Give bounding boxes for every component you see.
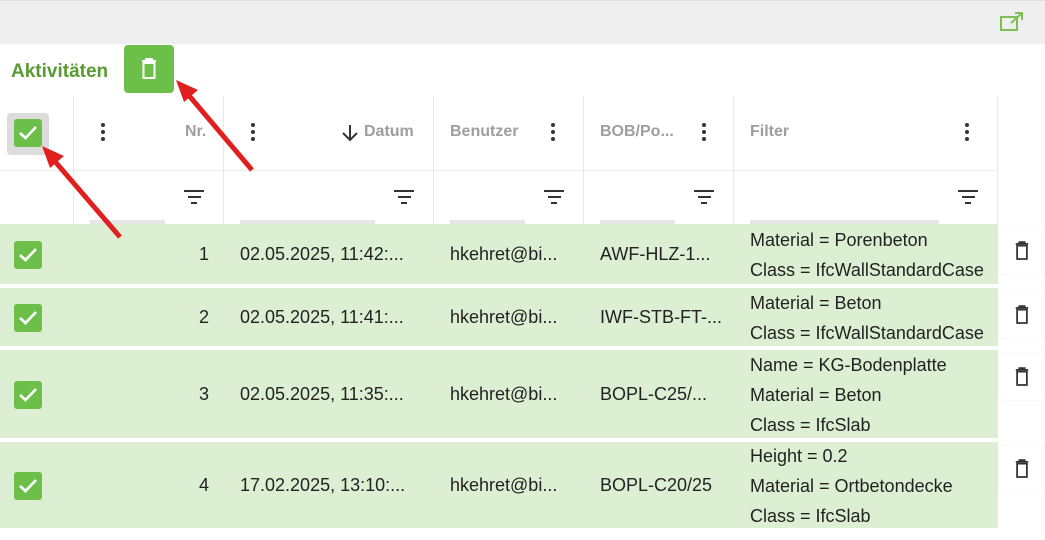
col-datum-header[interactable]: Datum (224, 96, 434, 170)
cell-nr: 2 (198, 307, 209, 327)
cell-nr: 4 (198, 475, 209, 495)
cell-nr: 3 (198, 384, 209, 404)
cell-benutzer: hkehret@bi... (450, 244, 558, 264)
check-icon (19, 479, 37, 493)
col-bob-header[interactable]: BOB/Po... (584, 96, 734, 170)
cell-filter: Material = Beton Class = IfcWallStandardC… (750, 288, 998, 348)
delete-selected-button[interactable] (124, 45, 174, 93)
external-link-icon[interactable] (999, 11, 1025, 33)
col-benutzer-label: Benutzer (450, 123, 519, 140)
cell-bob: BOPL-C20/25 (600, 475, 713, 495)
cell-bob: AWF-HLZ-1... (600, 244, 711, 264)
trash-icon (1015, 367, 1029, 386)
panel-header: Aktivitäten (0, 44, 1045, 96)
filter-cell-bob[interactable] (584, 171, 734, 224)
filter-line: Height = 0.2 (750, 446, 848, 466)
filter-icon[interactable] (958, 190, 978, 206)
filter-line: Class = IfcWallStandardCase (750, 323, 984, 343)
top-bar (0, 0, 1045, 44)
filter-cell-empty (0, 171, 74, 224)
cell-filter: Name = KG-Bodenplatte Material = Beton Cla… (750, 350, 998, 440)
cell-datum: 02.05.2025, 11:35:... (240, 384, 404, 404)
table-row[interactable]: 3 02.05.2025, 11:35:... hkehret@bi... BO… (0, 350, 998, 440)
row-checkbox[interactable] (14, 304, 42, 332)
filter-cell-benutzer[interactable] (434, 171, 584, 224)
panel-title: Aktivitäten (11, 61, 109, 82)
col-bob-label: BOB/Po... (600, 123, 674, 140)
col-datum-label: Datum (364, 123, 414, 140)
row-delete-button[interactable] (999, 354, 1045, 400)
filter-line: Name = KG-Bodenplatte (750, 355, 947, 375)
filter-line: Material = Beton (750, 385, 882, 405)
row-delete-button[interactable] (999, 228, 1045, 274)
trash-icon (1015, 305, 1029, 324)
filter-line: Class = IfcSlab (750, 415, 871, 435)
cell-filter: Height = 0.2 Material = Ortbetondecke Clas… (750, 441, 998, 531)
check-icon (19, 388, 37, 402)
filter-cell-datum[interactable] (224, 171, 434, 224)
kebab-menu-icon[interactable] (551, 123, 555, 144)
filter-icon[interactable] (544, 190, 564, 206)
col-filter-label: Filter (750, 123, 790, 140)
filter-line: Material = Ortbetondecke (750, 476, 953, 496)
row-checkbox[interactable] (14, 241, 42, 269)
cell-nr: 1 (198, 244, 209, 264)
check-icon (19, 248, 37, 262)
table-header: Nr. Datum Benutzer BOB/Po... Filter (0, 96, 998, 170)
filter-icon[interactable] (394, 190, 414, 206)
kebab-menu-icon[interactable] (101, 123, 105, 144)
row-checkbox[interactable] (14, 472, 42, 500)
col-benutzer-header[interactable]: Benutzer (434, 96, 584, 170)
row-checkbox[interactable] (14, 381, 42, 409)
cell-benutzer: hkehret@bi... (450, 384, 558, 404)
cell-bob: IWF-STB-FT-... (600, 307, 722, 327)
cell-benutzer: hkehret@bi... (450, 307, 558, 327)
col-nr-header[interactable]: Nr. (74, 96, 224, 170)
select-all-checkbox[interactable] (14, 119, 42, 147)
filter-line: Material = Beton (750, 293, 882, 313)
kebab-menu-icon[interactable] (965, 123, 969, 144)
col-filter-header[interactable]: Filter (734, 96, 998, 170)
row-delete-button[interactable] (999, 292, 1045, 338)
check-icon (19, 311, 37, 325)
col-nr-label: Nr. (185, 123, 207, 140)
filter-row (0, 170, 998, 224)
filter-cell-filter[interactable] (734, 171, 998, 224)
cell-datum: 17.02.2025, 13:10:... (240, 475, 406, 495)
cell-filter: Material = Porenbeton Class = IfcWallStan… (750, 225, 998, 285)
trash-icon (1015, 459, 1029, 478)
table-row[interactable]: 2 02.05.2025, 11:41:... hkehret@bi... IW… (0, 288, 998, 348)
table-row[interactable]: 1 02.05.2025, 11:42:... hkehret@bi... AW… (0, 224, 998, 286)
cell-benutzer: hkehret@bi... (450, 475, 558, 495)
row-delete-button[interactable] (999, 446, 1045, 492)
arrow-down-icon (342, 125, 358, 142)
filter-line: Material = Porenbeton (750, 230, 928, 250)
filter-line: Class = IfcWallStandardCase (750, 260, 984, 280)
check-icon (19, 126, 37, 140)
select-all-cell (0, 96, 74, 170)
filter-icon[interactable] (694, 190, 714, 206)
kebab-menu-icon[interactable] (251, 123, 255, 144)
trash-icon (142, 58, 156, 79)
trash-icon (1015, 241, 1029, 260)
cell-datum: 02.05.2025, 11:42:... (240, 244, 404, 264)
filter-line: Class = IfcSlab (750, 506, 871, 526)
cell-bob: BOPL-C25/... (600, 384, 708, 404)
table-row[interactable]: 4 17.02.2025, 13:10:... hkehret@bi... BO… (0, 442, 998, 530)
cell-datum: 02.05.2025, 11:41:... (240, 307, 404, 327)
filter-cell-nr[interactable] (74, 171, 224, 224)
filter-icon[interactable] (184, 190, 204, 206)
kebab-menu-icon[interactable] (702, 123, 706, 144)
